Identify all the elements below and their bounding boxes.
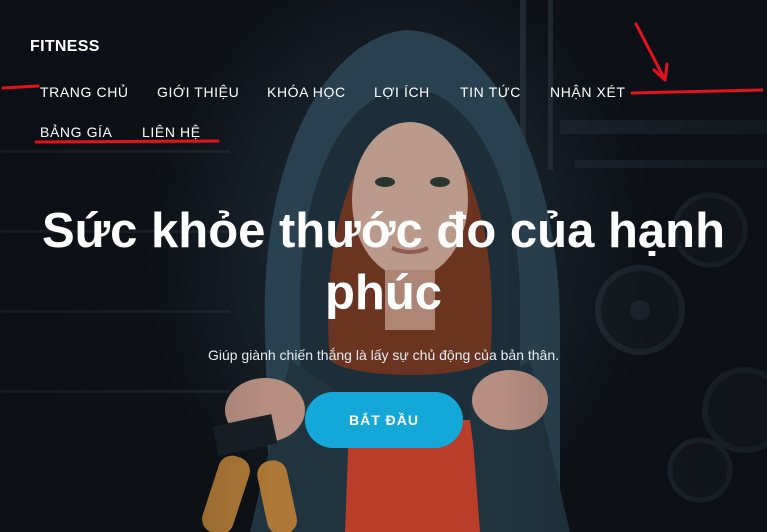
hero-section: FITNESS TRANG CHỦ GIỚI THIỆU KHÓA HỌC LỢ… xyxy=(0,0,767,532)
nav-item-nhan-xet[interactable]: NHẬN XÉT xyxy=(550,84,626,100)
nav-item-trang-chu[interactable]: TRANG CHỦ xyxy=(40,84,129,100)
hero-subtitle: Giúp giành chiến thắng là lấy sự chủ độn… xyxy=(207,347,560,363)
start-button[interactable]: BẮT ĐẦU xyxy=(305,392,463,448)
nav-item-bang-gia[interactable]: BẢNG GÍA xyxy=(40,124,112,140)
site-logo[interactable]: FITNESS xyxy=(30,38,100,56)
nav-item-loi-ich[interactable]: LỢI ÍCH xyxy=(374,84,430,100)
nav-item-gioi-thieu[interactable]: GIỚI THIỆU xyxy=(157,84,239,100)
nav-item-lien-he[interactable]: LIÊN HỆ xyxy=(142,124,201,140)
nav-item-khoa-hoc[interactable]: KHÓA HỌC xyxy=(267,84,346,100)
nav-item-tin-tuc[interactable]: TIN TỨC xyxy=(460,84,521,100)
hero-title: Sức khỏe thước đo của hạnh phúc xyxy=(41,204,725,320)
